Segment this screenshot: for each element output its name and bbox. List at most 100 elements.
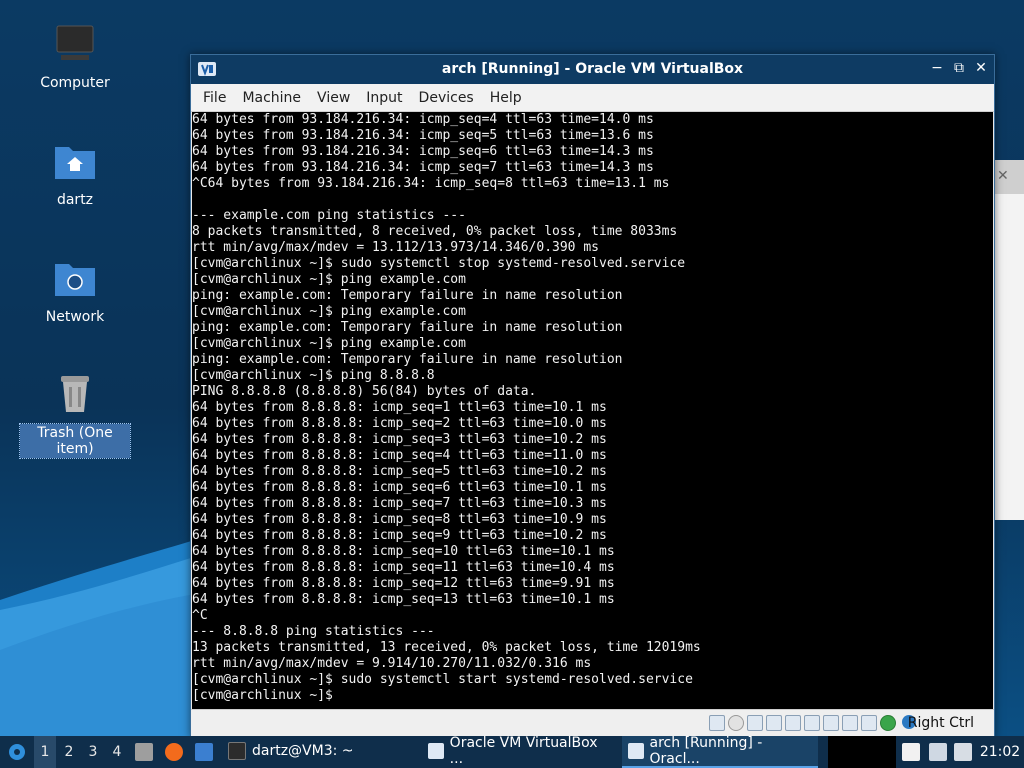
task-label: arch [Running] - Oracl...	[649, 735, 763, 767]
clipboard-icon	[902, 743, 920, 761]
trash-icon	[61, 376, 89, 412]
computer-icon	[56, 25, 94, 60]
vm-console[interactable]: 64 bytes from 93.184.216.34: icmp_seq=4 …	[192, 112, 993, 709]
network-tray-icon	[929, 743, 947, 761]
usb-icon[interactable]	[785, 715, 801, 731]
menu-devices[interactable]: Devices	[411, 90, 482, 106]
terminal-line: ^C64 bytes from 93.184.216.34: icmp_seq=…	[192, 176, 670, 191]
mouse-integration-icon[interactable]	[880, 715, 896, 731]
terminal-line: [cvm@archlinux ~]$	[192, 688, 341, 703]
terminal-line: --- example.com ping statistics ---	[192, 208, 466, 223]
menu-view[interactable]: View	[309, 90, 358, 106]
terminal-line: 64 bytes from 93.184.216.34: icmp_seq=6 …	[192, 144, 654, 159]
terminal-line: [cvm@archlinux ~]$ ping example.com	[192, 336, 466, 351]
menu-help[interactable]: Help	[482, 90, 530, 106]
firefox-launcher[interactable]	[164, 736, 184, 768]
virtualbox-icon	[628, 743, 644, 759]
clipboard-tray[interactable]	[902, 736, 920, 768]
terminal-line: 64 bytes from 8.8.8.8: icmp_seq=9 ttl=63…	[192, 528, 607, 543]
task-vm-arch[interactable]: arch [Running] - Oracl...	[622, 735, 818, 768]
app-menu-icon	[9, 744, 25, 760]
clock[interactable]: 21:02	[980, 736, 1020, 768]
optical-drive-icon[interactable]	[728, 715, 744, 731]
task-label: dartz@VM3: ~	[252, 743, 354, 759]
volume-tray[interactable]	[954, 736, 972, 768]
cpu-icon[interactable]	[861, 715, 877, 731]
desktop-icon-computer[interactable]: Computer	[20, 20, 130, 92]
terminal-line: 64 bytes from 8.8.8.8: icmp_seq=2 ttl=63…	[192, 416, 607, 431]
hard-disk-icon[interactable]	[709, 715, 725, 731]
file-manager-launcher[interactable]	[134, 736, 154, 768]
workspace-3[interactable]: 3	[82, 736, 104, 768]
minimize-button[interactable]: −	[928, 59, 946, 77]
terminal-line: [cvm@archlinux ~]$ ping 8.8.8.8	[192, 368, 435, 383]
firefox-icon	[165, 743, 183, 761]
network-folder-icon	[55, 264, 95, 296]
desktop-icon-home[interactable]: dartz	[20, 137, 130, 209]
desktop-icon-label: Computer	[40, 75, 110, 91]
terminal-line: ^C	[192, 608, 208, 623]
window-titlebar[interactable]: arch [Running] - Oracle VM VirtualBox − …	[191, 55, 994, 84]
tray-blank	[828, 736, 896, 768]
shared-folders-icon[interactable]	[804, 715, 820, 731]
background-window[interactable]: ✕	[990, 160, 1024, 520]
start-menu-button[interactable]	[4, 736, 30, 768]
task-terminal[interactable]: dartz@VM3: ~	[222, 736, 418, 768]
terminal-line: 64 bytes from 8.8.8.8: icmp_seq=8 ttl=63…	[192, 512, 607, 527]
menu-bar: File Machine View Input Devices Help	[191, 84, 994, 112]
terminal-line: 13 packets transmitted, 13 received, 0% …	[192, 640, 701, 655]
terminal-line: [cvm@archlinux ~]$ sudo systemctl start …	[192, 672, 693, 687]
terminal-line: 64 bytes from 93.184.216.34: icmp_seq=4 …	[192, 112, 654, 127]
workspace-2[interactable]: 2	[58, 736, 80, 768]
terminal-line: 8 packets transmitted, 8 received, 0% pa…	[192, 224, 678, 239]
virtualbox-window[interactable]: arch [Running] - Oracle VM VirtualBox − …	[190, 54, 995, 736]
network-tray[interactable]	[928, 736, 948, 768]
window-title: arch [Running] - Oracle VM VirtualBox	[441, 61, 744, 77]
audio-icon[interactable]	[747, 715, 763, 731]
close-button[interactable]: ✕	[972, 59, 990, 77]
show-desktop-launcher[interactable]	[193, 736, 215, 768]
terminal-line: 64 bytes from 8.8.8.8: icmp_seq=13 ttl=6…	[192, 592, 615, 607]
file-manager-icon	[135, 743, 153, 761]
maximize-button[interactable]: ⧉	[950, 59, 968, 77]
terminal-line: 64 bytes from 93.184.216.34: icmp_seq=7 …	[192, 160, 654, 175]
terminal-line: [cvm@archlinux ~]$ ping example.com	[192, 272, 466, 287]
host-key-label: Right Ctrl	[907, 715, 974, 731]
video-capture-icon[interactable]	[842, 715, 858, 731]
network-icon[interactable]	[766, 715, 782, 731]
workspace-1[interactable]: 1	[34, 736, 56, 768]
taskbar: 1 2 3 4 dartz@VM3: ~ Oracle VM VirtualBo…	[0, 735, 1024, 768]
workspace-4[interactable]: 4	[106, 736, 128, 768]
terminal-line: PING 8.8.8.8 (8.8.8.8) 56(84) bytes of d…	[192, 384, 537, 399]
terminal-line: --- 8.8.8.8 ping statistics ---	[192, 624, 435, 639]
terminal-line: 64 bytes from 93.184.216.34: icmp_seq=5 …	[192, 128, 654, 143]
terminal-line: ping: example.com: Temporary failure in …	[192, 288, 623, 303]
volume-icon	[954, 743, 972, 761]
virtualbox-icon	[428, 743, 444, 759]
display-icon[interactable]	[823, 715, 839, 731]
task-label: Oracle VM VirtualBox ...	[449, 735, 598, 767]
terminal-line: 64 bytes from 8.8.8.8: icmp_seq=7 ttl=63…	[192, 496, 607, 511]
desktop-icon-label: dartz	[56, 192, 94, 208]
terminal-line: 64 bytes from 8.8.8.8: icmp_seq=6 ttl=63…	[192, 480, 607, 495]
terminal-line: 64 bytes from 8.8.8.8: icmp_seq=12 ttl=6…	[192, 576, 615, 591]
desktop-icon	[195, 743, 213, 761]
terminal-line: [cvm@archlinux ~]$ ping example.com	[192, 304, 466, 319]
terminal-line: 64 bytes from 8.8.8.8: icmp_seq=10 ttl=6…	[192, 544, 615, 559]
status-bar: Right Ctrl	[191, 709, 994, 736]
desktop: Computer dartz Network Trash (One item) …	[0, 0, 1024, 736]
terminal-line: [cvm@archlinux ~]$ sudo systemctl stop s…	[192, 256, 686, 271]
menu-file[interactable]: File	[195, 90, 234, 106]
desktop-icon-label: Network	[45, 309, 105, 325]
task-virtualbox-manager[interactable]: Oracle VM VirtualBox ...	[422, 735, 618, 768]
terminal-line: 64 bytes from 8.8.8.8: icmp_seq=1 ttl=63…	[192, 400, 607, 415]
terminal-icon	[228, 742, 246, 760]
terminal-line: rtt min/avg/max/mdev = 9.914/10.270/11.0…	[192, 656, 592, 671]
desktop-icon-network[interactable]: Network	[20, 254, 130, 326]
menu-input[interactable]: Input	[358, 90, 410, 106]
terminal-line: 64 bytes from 8.8.8.8: icmp_seq=4 ttl=63…	[192, 448, 607, 463]
menu-machine[interactable]: Machine	[234, 90, 309, 106]
close-icon[interactable]: ✕	[997, 168, 1009, 184]
desktop-icon-trash[interactable]: Trash (One item)	[19, 370, 131, 459]
